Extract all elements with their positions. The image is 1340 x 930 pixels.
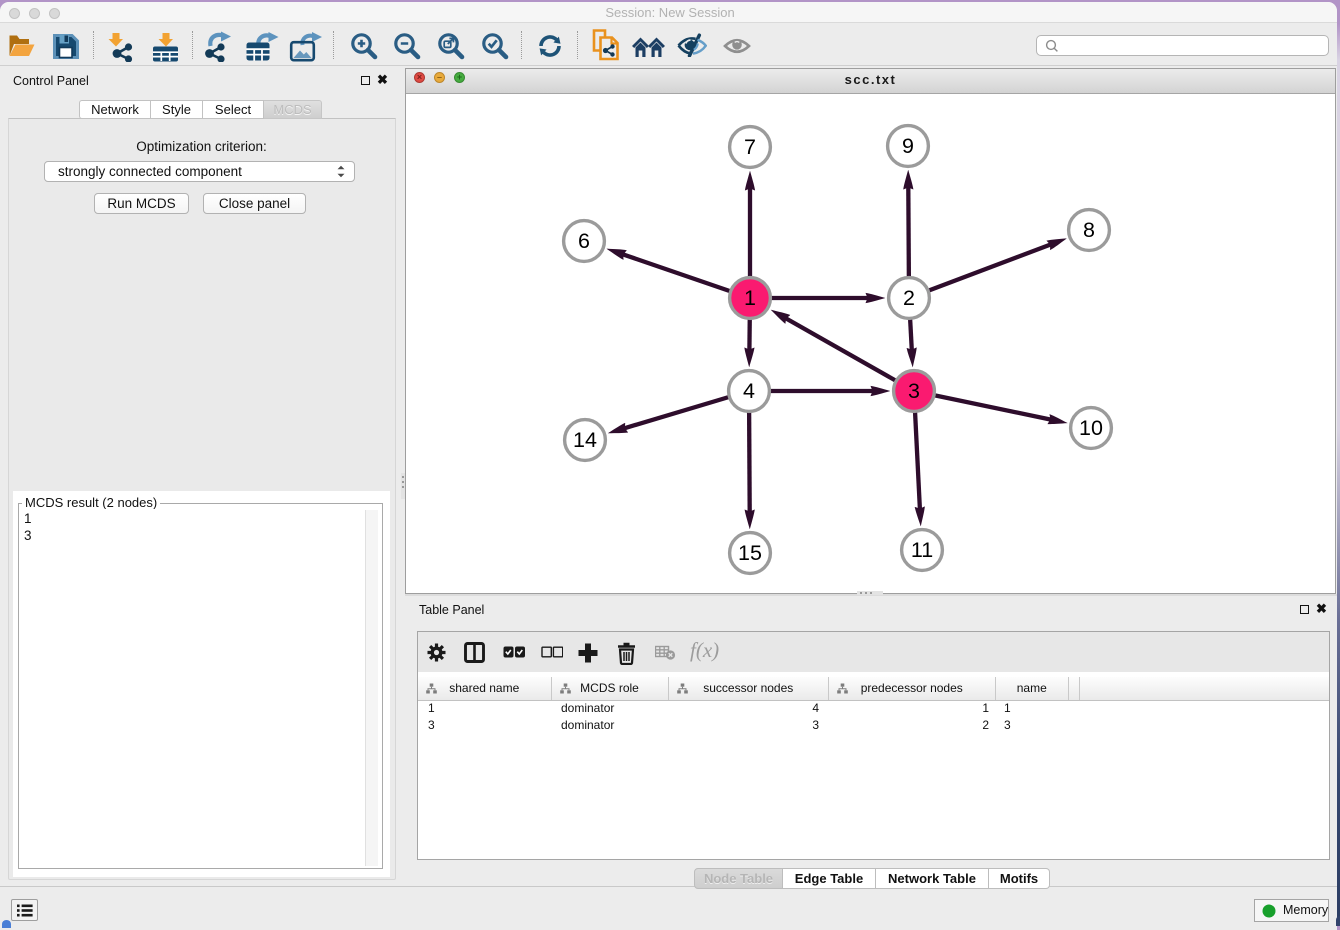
svg-text:1: 1 bbox=[744, 286, 756, 310]
svg-text:2: 2 bbox=[903, 286, 915, 310]
svg-text:15: 15 bbox=[738, 541, 762, 565]
svg-text:8: 8 bbox=[1083, 218, 1095, 242]
svg-text:10: 10 bbox=[1079, 416, 1103, 440]
svg-text:9: 9 bbox=[902, 134, 914, 158]
svg-text:7: 7 bbox=[744, 135, 756, 159]
svg-text:14: 14 bbox=[573, 428, 597, 452]
svg-text:3: 3 bbox=[908, 379, 920, 403]
svg-text:11: 11 bbox=[911, 538, 933, 562]
svg-text:6: 6 bbox=[578, 229, 590, 253]
svg-text:4: 4 bbox=[743, 379, 755, 403]
